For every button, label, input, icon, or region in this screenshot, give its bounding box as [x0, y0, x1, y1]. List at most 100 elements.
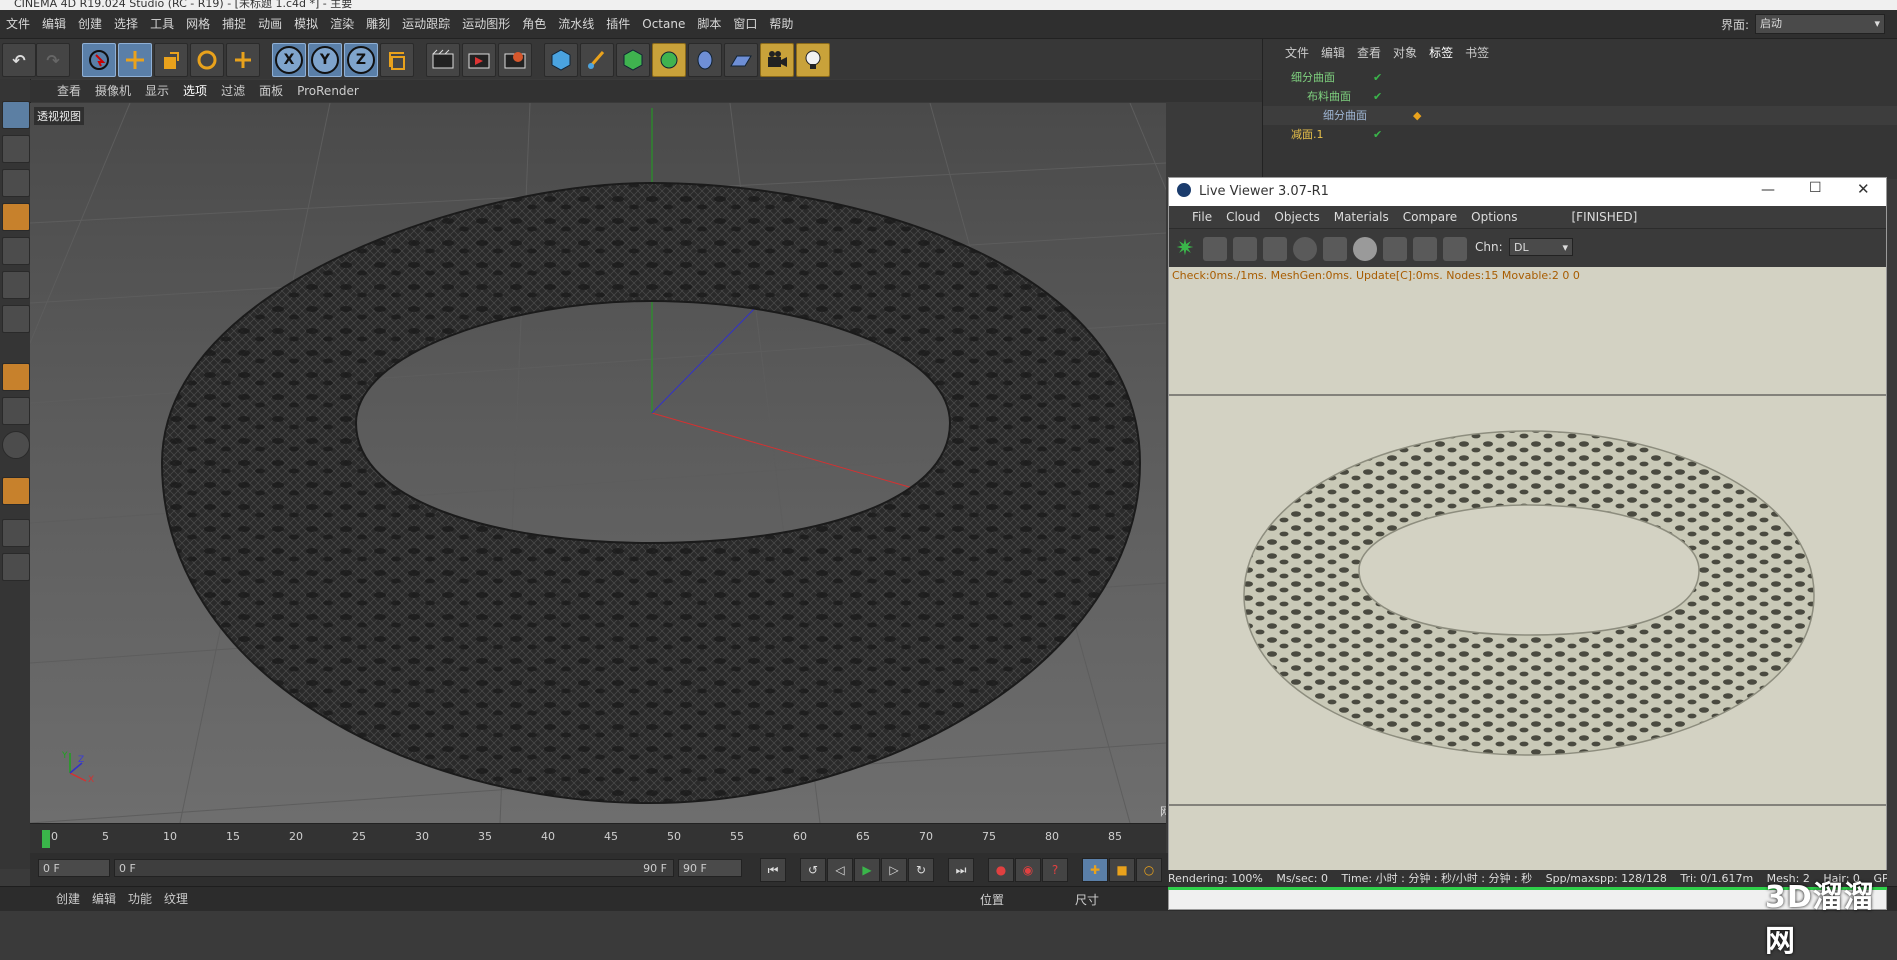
menu-octane[interactable]: Octane	[636, 10, 691, 38]
workplane-icon[interactable]	[2, 203, 30, 231]
playhead[interactable]	[42, 830, 50, 848]
prev-frame-icon[interactable]: ◁	[827, 858, 853, 882]
om-menu-bookmarks[interactable]: 书签	[1459, 39, 1495, 67]
play-icon[interactable]: ▶	[854, 858, 880, 882]
viewport-menu-filter[interactable]: 过滤	[214, 80, 252, 102]
cube-icon[interactable]	[544, 43, 578, 77]
menu-character[interactable]: 角色	[516, 10, 552, 38]
menu-create[interactable]: 创建	[72, 10, 108, 38]
viewport-menu-display[interactable]: 显示	[138, 80, 176, 102]
pen-spline-icon[interactable]	[580, 43, 614, 77]
object-row[interactable]: 细分曲面 ✔	[1263, 68, 1897, 87]
model-mode-icon[interactable]	[2, 101, 30, 129]
record-icon[interactable]: ●	[988, 858, 1014, 882]
viewport-menu-panel[interactable]: 面板	[252, 80, 290, 102]
planar-workplane-icon[interactable]	[2, 553, 30, 581]
perspective-viewport[interactable]: 透视视图 Y Z X 网	[30, 103, 1166, 823]
edges-mode-icon[interactable]	[2, 271, 30, 299]
key-scale-icon[interactable]: ■	[1109, 858, 1135, 882]
light-icon[interactable]	[796, 43, 830, 77]
live-selection-icon[interactable]	[82, 43, 116, 77]
menu-motion-tracking[interactable]: 运动跟踪	[396, 10, 456, 38]
channel-dropdown[interactable]: DL ▾	[1509, 238, 1573, 256]
next-frame-icon[interactable]: ▷	[881, 858, 907, 882]
current-frame-field[interactable]: 0 F	[38, 859, 110, 877]
auto-key-icon[interactable]: ◉	[1015, 858, 1041, 882]
visibility-check-icon[interactable]: ✔	[1373, 87, 1382, 106]
points-mode-icon[interactable]	[2, 237, 30, 265]
close-icon[interactable]: ✕	[1857, 180, 1870, 198]
prev-key-icon[interactable]: ↺	[800, 858, 826, 882]
preview-range-slider[interactable]: 0 F 90 F	[114, 859, 674, 877]
texture-mode-icon[interactable]	[2, 169, 30, 197]
key-rotation-icon[interactable]: ○	[1136, 858, 1162, 882]
tag-icon[interactable]: ◆	[1413, 106, 1421, 125]
restart-render-icon[interactable]	[1203, 237, 1227, 261]
lock-resolution-icon[interactable]	[1323, 237, 1347, 261]
rotate-tool-icon[interactable]	[190, 43, 224, 77]
clay-mode-icon[interactable]	[1383, 237, 1407, 261]
lv-menu-objects[interactable]: Objects	[1267, 206, 1326, 228]
menu-render[interactable]: 渲染	[324, 10, 360, 38]
pause-render-icon[interactable]	[1233, 237, 1257, 261]
snap-icon[interactable]	[2, 477, 30, 505]
x-axis-lock-button[interactable]: X	[272, 43, 306, 77]
timeline-ruler[interactable]: 0 5 10 15 20 25 30 35 40 45 50 55 60 65 …	[30, 823, 1166, 854]
polygons-mode-icon[interactable]	[2, 305, 30, 333]
move-tool-icon[interactable]	[118, 43, 152, 77]
next-key-icon[interactable]: ↻	[908, 858, 934, 882]
om-menu-objects[interactable]: 对象	[1387, 39, 1423, 67]
render-output[interactable]	[1169, 285, 1886, 875]
viewport-menu-camera[interactable]: 摄像机	[88, 80, 138, 102]
lock-workplane-icon[interactable]	[2, 519, 30, 547]
material-menu-function[interactable]: 功能	[122, 887, 158, 911]
menu-edit[interactable]: 编辑	[36, 10, 72, 38]
menu-plugins[interactable]: 插件	[600, 10, 636, 38]
menu-help[interactable]: 帮助	[763, 10, 799, 38]
object-row[interactable]: 布料曲面 ✔	[1263, 87, 1897, 106]
lv-menu-materials[interactable]: Materials	[1327, 206, 1396, 228]
goto-start-icon[interactable]: ⏮	[760, 858, 786, 882]
z-axis-lock-button[interactable]: Z	[344, 43, 378, 77]
object-row[interactable]: 减面.1 ✔	[1263, 125, 1897, 144]
viewport-menu-prorender[interactable]: ProRender	[290, 80, 366, 102]
menu-mesh[interactable]: 网格	[180, 10, 216, 38]
om-menu-file[interactable]: 文件	[1279, 39, 1315, 67]
menu-file[interactable]: 文件	[0, 10, 36, 38]
render-settings-icon[interactable]	[498, 43, 532, 77]
menu-animate[interactable]: 动画	[252, 10, 288, 38]
send-scene-icon[interactable]: ✷	[1173, 237, 1197, 261]
render-view-icon[interactable]	[426, 43, 460, 77]
menu-window[interactable]: 窗口	[727, 10, 763, 38]
visibility-check-icon[interactable]: ✔	[1373, 68, 1382, 87]
region-render-icon[interactable]	[1263, 237, 1287, 261]
menu-snap[interactable]: 捕捉	[216, 10, 252, 38]
undo-icon[interactable]: ↶	[2, 43, 36, 77]
solo-mode-icon[interactable]	[2, 431, 30, 459]
menu-sculpt[interactable]: 雕刻	[360, 10, 396, 38]
om-menu-edit[interactable]: 编辑	[1315, 39, 1351, 67]
key-position-icon[interactable]: ✚	[1082, 858, 1108, 882]
render-picture-viewer-icon[interactable]	[462, 43, 496, 77]
lv-menu-file[interactable]: File	[1185, 206, 1219, 228]
end-frame-field[interactable]: 90 F	[678, 859, 742, 877]
transform-tool-icon[interactable]	[226, 43, 260, 77]
settings-gear-icon[interactable]	[1293, 237, 1317, 261]
y-axis-lock-button[interactable]: Y	[308, 43, 342, 77]
array-icon[interactable]	[652, 43, 686, 77]
material-menu-create[interactable]: 创建	[50, 887, 86, 911]
om-menu-view[interactable]: 查看	[1351, 39, 1387, 67]
axis-mode-icon[interactable]	[2, 363, 30, 391]
redo-icon[interactable]: ↷	[36, 43, 70, 77]
deformer-icon[interactable]	[688, 43, 722, 77]
camera-icon[interactable]	[760, 43, 794, 77]
lv-menu-compare[interactable]: Compare	[1396, 206, 1464, 228]
material-preview-icon[interactable]	[1353, 237, 1377, 261]
om-menu-tags[interactable]: 标签	[1423, 39, 1459, 67]
menu-select[interactable]: 选择	[108, 10, 144, 38]
maximize-icon[interactable]: ☐	[1809, 180, 1822, 196]
object-mode-icon[interactable]	[2, 135, 30, 163]
focus-picker-icon[interactable]	[1413, 237, 1437, 261]
layout-dropdown[interactable]: 启动	[1755, 14, 1885, 34]
menu-tools[interactable]: 工具	[144, 10, 180, 38]
